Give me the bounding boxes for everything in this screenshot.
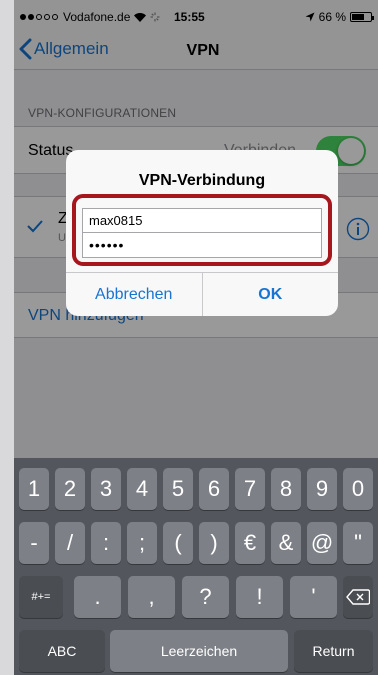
key-9[interactable]: 9 [307,468,337,510]
key-exclamation[interactable]: ! [236,576,283,618]
key-ampersand[interactable]: & [271,522,301,564]
keyboard: 1 2 3 4 5 6 7 8 9 0 - / : ; ( ) € & @ " … [14,458,378,675]
key-5[interactable]: 5 [163,468,193,510]
key-semicolon[interactable]: ; [127,522,157,564]
backspace-icon [346,589,370,605]
key-6[interactable]: 6 [199,468,229,510]
dialog-title: VPN-Verbindung [138,172,266,189]
key-comma[interactable]: , [128,576,175,618]
key-4[interactable]: 4 [127,468,157,510]
delete-key[interactable] [343,576,373,618]
key-colon[interactable]: : [91,522,121,564]
phone-screen: Vodafone.de 15:55 66 % Allgemein VPN VPN… [14,0,378,675]
key-1[interactable]: 1 [19,468,49,510]
key-question[interactable]: ? [182,576,229,618]
key-abc[interactable]: ABC [19,630,105,672]
cancel-button[interactable]: Abbrechen [66,273,202,316]
key-3[interactable]: 3 [91,468,121,510]
ok-button[interactable]: OK [201,273,339,316]
return-key[interactable]: Return [294,630,373,672]
vpn-login-dialog: VPN-Verbindung max0815 •••••• Abbrechen … [66,150,338,316]
key-slash[interactable]: / [55,522,85,564]
key-quote[interactable]: " [343,522,373,564]
key-at[interactable]: @ [307,522,337,564]
dialog-actions: Abbrechen OK [66,272,338,316]
key-0[interactable]: 0 [343,468,373,510]
key-period[interactable]: . [74,576,121,618]
key-8[interactable]: 8 [271,468,301,510]
key-open-paren[interactable]: ( [163,522,193,564]
key-more-symbols[interactable]: #+= [19,576,63,618]
key-hyphen[interactable]: - [19,522,49,564]
key-2[interactable]: 2 [55,468,85,510]
key-euro[interactable]: € [235,522,265,564]
key-apostrophe[interactable]: ' [290,576,337,618]
highlight-annotation [72,194,332,266]
key-close-paren[interactable]: ) [199,522,229,564]
space-bar[interactable]: Leerzeichen [110,630,288,672]
key-7[interactable]: 7 [235,468,265,510]
